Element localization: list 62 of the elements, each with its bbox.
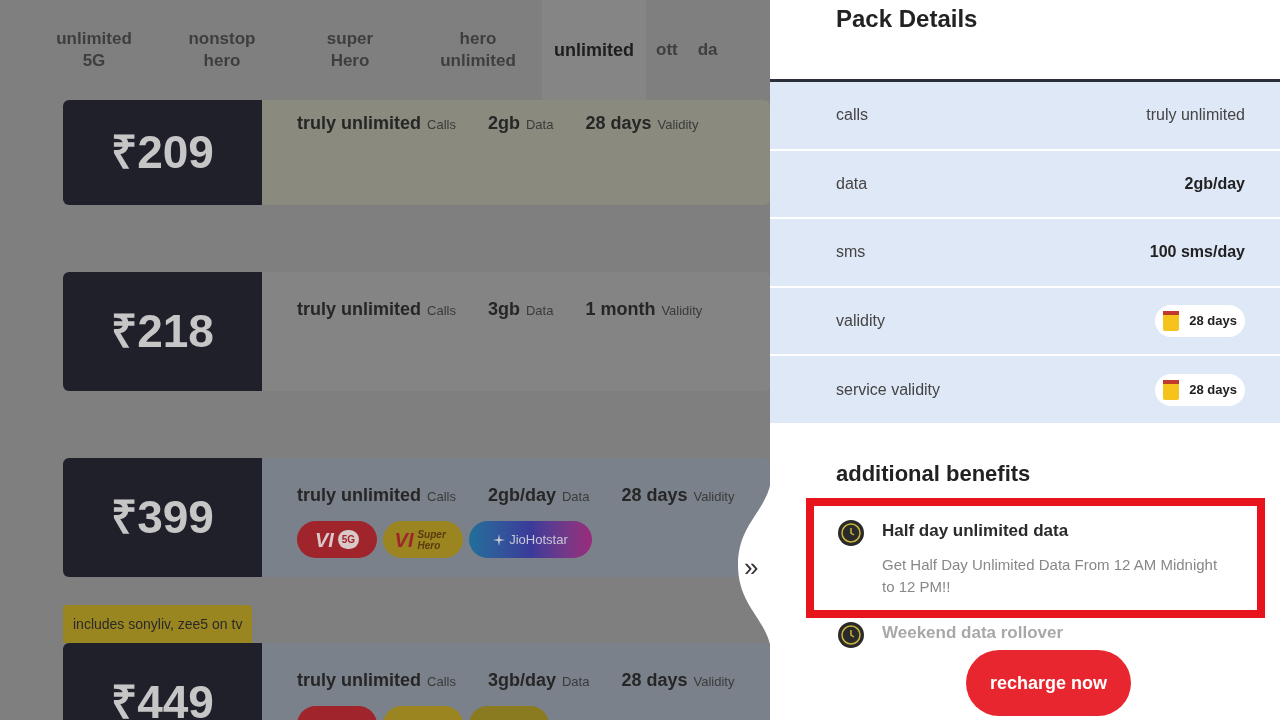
benefit-description: Get Half Day Unlimited Data From 12 AM Midnight to 12 PM!! (882, 554, 1219, 597)
sparkle-icon (493, 533, 506, 546)
feature-value: 28 days (621, 669, 688, 692)
plan-price: ₹449 (111, 675, 214, 720)
recharge-now-button[interactable]: recharge now (966, 650, 1131, 716)
feature-label: Data (525, 116, 554, 134)
plan-tab[interactable]: hero unlimited (414, 0, 542, 100)
feature-label: Calls (427, 302, 456, 320)
plan-tab[interactable]: nonstop hero (158, 0, 286, 100)
feature-label: Validity (693, 673, 735, 691)
days-chip: 28 days (1155, 305, 1245, 338)
plan-card[interactable]: ₹209 truly unlimited Calls 2gb Data 28 days Validity (63, 100, 770, 205)
feature-label: Data (525, 302, 554, 320)
feature-value: 28 days (585, 112, 652, 135)
feature-label: Data (561, 488, 590, 506)
plan-card[interactable]: ₹449 truly unlimited Calls 3gb/day Data 28 days Validity (63, 643, 770, 720)
plan-tab[interactable]: da (687, 0, 728, 100)
vi-5g-logo: VI 5G (297, 521, 377, 558)
feature-label: Calls (427, 488, 456, 506)
plan-tab[interactable]: unlimited 5G (30, 0, 158, 100)
feature-value: 2gb (487, 112, 520, 135)
feature-label: Validity (657, 116, 699, 134)
plan-tab[interactable]: unlimited (542, 0, 646, 100)
feature-label: Data (561, 673, 590, 691)
feature-label: Validity (693, 488, 735, 506)
clock-icon (838, 520, 864, 546)
feature-label: Calls (427, 116, 456, 134)
feature-value: 1 month (585, 298, 656, 321)
calendar-icon (1163, 379, 1180, 400)
plan-card[interactable]: ₹218 truly unlimited Calls 3gb Data 1 month Validity (63, 272, 770, 391)
feature-value: truly unlimited (297, 669, 421, 692)
days-chip: 28 days (1155, 373, 1245, 406)
detail-label: data (836, 173, 868, 194)
detail-value: 100 sms/day (1149, 242, 1245, 263)
benefit-title: Half day unlimited data (882, 520, 1070, 542)
jiohotstar-logo: JioHotstar (469, 521, 592, 558)
feature-value: truly unlimited (297, 112, 421, 135)
feature-value: 2gb/day (487, 484, 556, 507)
clock-icon (838, 621, 864, 648)
plan-tag: includes sonyliv, zee5 on tv (63, 605, 253, 643)
plan-price: ₹209 (111, 125, 214, 180)
detail-label: calls (836, 105, 868, 126)
feature-label: Validity (661, 302, 703, 320)
feature-value: truly unlimited (297, 298, 421, 321)
calendar-icon (1163, 311, 1180, 332)
plan-tab[interactable]: super Hero (286, 0, 414, 100)
feature-value: 28 days (621, 484, 688, 507)
plan-price: ₹218 (111, 304, 214, 359)
detail-value: 2gb/day (1184, 173, 1245, 194)
feature-value: 3gb/day (487, 669, 556, 692)
plan-price: ₹399 (111, 490, 214, 545)
feature-value: 3gb (487, 298, 520, 321)
detail-label: sms (836, 242, 866, 263)
benefit-title: Weekend data rollover (882, 621, 1064, 644)
detail-value: truly unlimited (1146, 105, 1245, 126)
feature-value: truly unlimited (297, 484, 421, 507)
plan-tab[interactable]: ott (646, 0, 688, 100)
detail-label: validity (836, 311, 885, 332)
feature-label: Calls (427, 673, 456, 691)
detail-label: service validity (836, 379, 941, 400)
panel-title: Pack Details (836, 6, 978, 32)
benefits-heading: additional benefits (836, 461, 1031, 486)
